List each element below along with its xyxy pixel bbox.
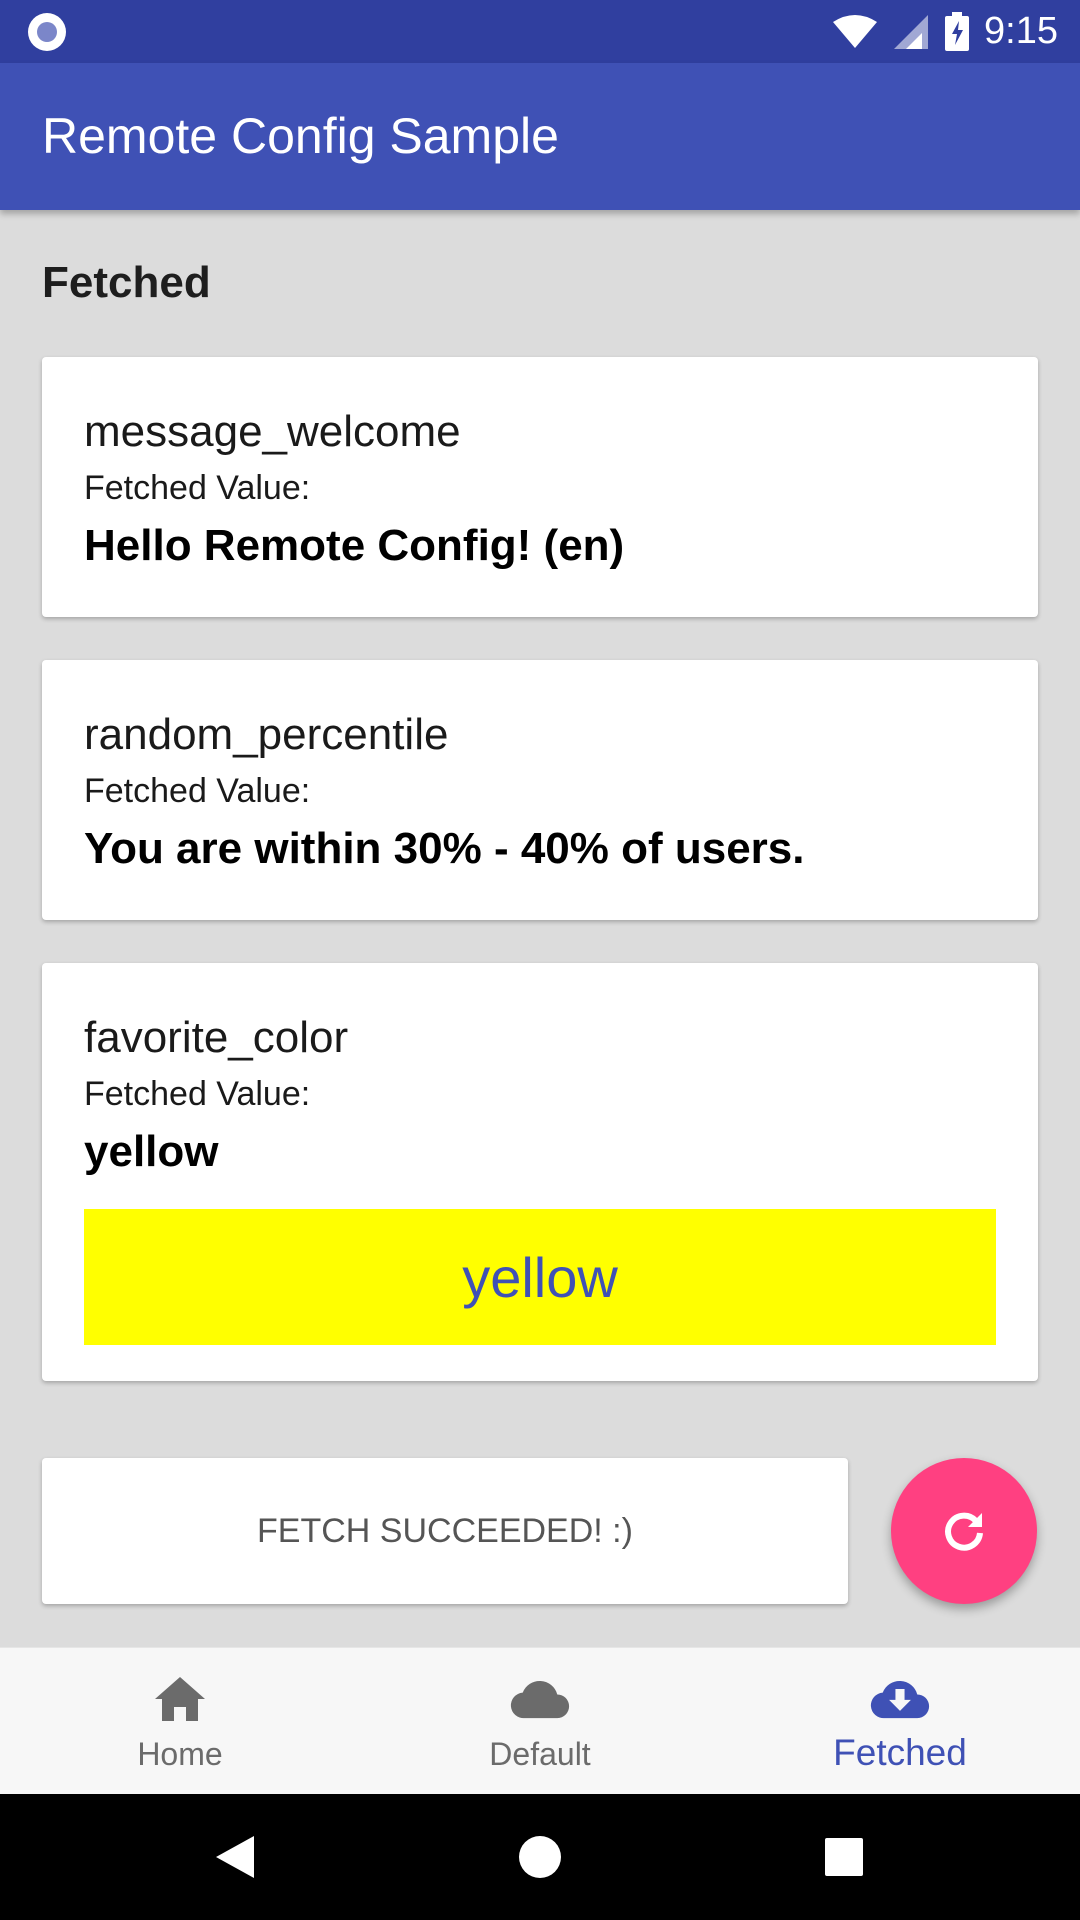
app-title: Remote Config Sample <box>42 108 559 164</box>
nav-label: Fetched <box>833 1732 967 1773</box>
config-key: favorite_color <box>84 1013 349 1062</box>
config-value: Hello Remote Config! (en) <box>84 521 625 570</box>
back-button[interactable] <box>175 1794 295 1920</box>
cloud-download-icon <box>870 1674 930 1724</box>
refresh-icon <box>945 1512 983 1551</box>
nav-item-home[interactable]: Home <box>0 1648 360 1794</box>
status-icons: 9:15 <box>832 0 1058 63</box>
config-value: You are within 30% - 40% of users. <box>84 824 805 873</box>
section-title: Fetched <box>42 258 211 307</box>
cloud-icon <box>510 1674 570 1724</box>
wifi-icon <box>833 14 878 48</box>
signal-icon <box>894 14 929 49</box>
nav-item-fetched[interactable]: Fetched <box>720 1648 1080 1794</box>
status-bar: 9:15 <box>0 0 1080 63</box>
app-bar: Remote Config Sample <box>0 63 1080 210</box>
recents-icon <box>825 1838 863 1876</box>
notification-icon <box>28 13 66 51</box>
system-navigation-bar <box>0 1794 1080 1920</box>
fetch-status-message: FETCH SUCCEEDED! :) <box>42 1458 848 1604</box>
config-value-label: Fetched Value: <box>84 772 311 810</box>
status-time: 9:15 <box>984 10 1058 52</box>
config-key: random_percentile <box>84 710 449 759</box>
config-key: message_welcome <box>84 407 461 456</box>
nav-label: Home <box>137 1736 223 1772</box>
back-icon <box>216 1836 254 1878</box>
battery-charging-icon <box>945 11 970 51</box>
color-swatch: yellow <box>84 1209 996 1345</box>
config-card-message-welcome: message_welcome Fetched Value: Hello Rem… <box>42 357 1038 617</box>
bottom-navigation: Home Default Fetched <box>0 1647 1080 1794</box>
config-value-label: Fetched Value: <box>84 469 311 507</box>
config-card-random-percentile: random_percentile Fetched Value: You are… <box>42 660 1038 920</box>
fetch-refresh-button[interactable] <box>891 1458 1037 1604</box>
config-value: yellow <box>84 1127 219 1176</box>
home-icon <box>150 1674 210 1724</box>
recents-button[interactable] <box>784 1794 904 1920</box>
config-value-label: Fetched Value: <box>84 1075 311 1113</box>
nav-label: Default <box>489 1736 591 1772</box>
home-button[interactable] <box>480 1794 600 1920</box>
home-circle-icon <box>519 1836 561 1878</box>
nav-item-default[interactable]: Default <box>360 1648 720 1794</box>
config-card-favorite-color: favorite_color Fetched Value: yellow yel… <box>42 963 1038 1381</box>
